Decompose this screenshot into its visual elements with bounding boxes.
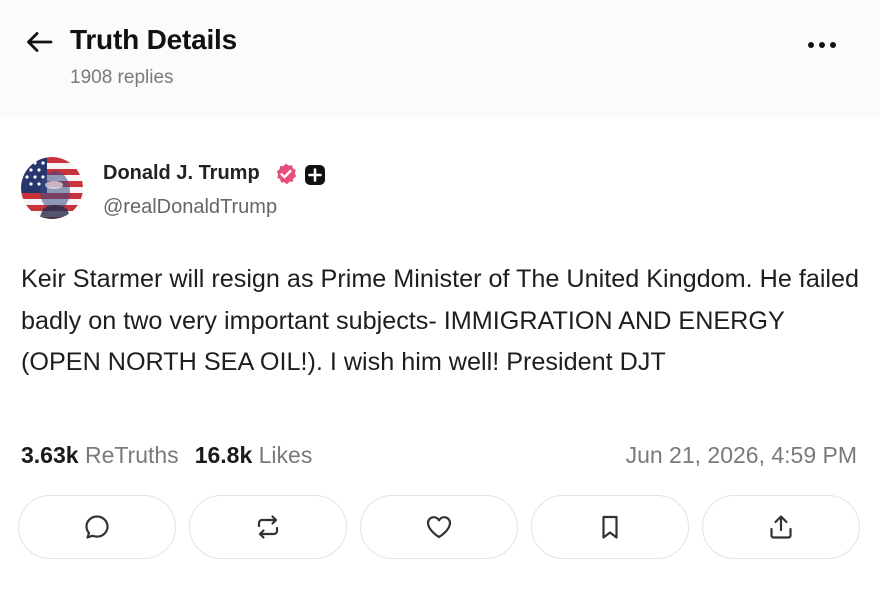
more-horizontal-icon bbox=[808, 42, 836, 48]
retruths-stat[interactable]: 3.63k ReTruths bbox=[21, 442, 179, 468]
comment-icon bbox=[85, 515, 109, 539]
bookmark-button[interactable] bbox=[531, 495, 689, 559]
verified-check-icon bbox=[276, 163, 297, 185]
reply-button[interactable] bbox=[18, 495, 176, 559]
author-handle[interactable]: @realDonaldTrump bbox=[103, 196, 277, 219]
heart-icon bbox=[426, 516, 452, 539]
page-header: Truth Details 1908 replies bbox=[0, 0, 880, 118]
avatar[interactable] bbox=[21, 157, 83, 219]
like-button[interactable] bbox=[360, 495, 518, 559]
action-bar bbox=[18, 495, 862, 561]
post-timestamp: Jun 21, 2026, 4:59 PM bbox=[625, 442, 857, 468]
likes-stat[interactable]: 16.8k Likes bbox=[195, 442, 313, 468]
likes-count: 16.8k bbox=[194, 442, 253, 468]
likes-label: Likes bbox=[258, 442, 313, 468]
retruths-count: 3.63k bbox=[21, 442, 79, 468]
reply-count: 1908 replies bbox=[70, 67, 174, 88]
avatar-american-flag-portrait bbox=[21, 157, 83, 219]
bookmark-icon bbox=[602, 515, 618, 539]
more-options-button[interactable] bbox=[800, 30, 844, 60]
author-name[interactable]: Donald J. Trump bbox=[103, 162, 260, 185]
plus-badge-icon bbox=[305, 165, 325, 185]
retruth-button[interactable] bbox=[189, 495, 347, 559]
page-title: Truth Details bbox=[70, 24, 237, 55]
post-stats: 3.63k ReTruths 16.8k Likes bbox=[21, 442, 312, 469]
arrow-left-icon bbox=[27, 32, 53, 52]
retruths-label: ReTruths bbox=[84, 442, 179, 468]
back-button[interactable] bbox=[20, 26, 58, 58]
repost-icon bbox=[257, 515, 279, 539]
post-text: Keir Starmer will resign as Prime Minist… bbox=[21, 265, 860, 376]
share-button[interactable] bbox=[702, 495, 860, 559]
share-icon bbox=[770, 515, 792, 539]
